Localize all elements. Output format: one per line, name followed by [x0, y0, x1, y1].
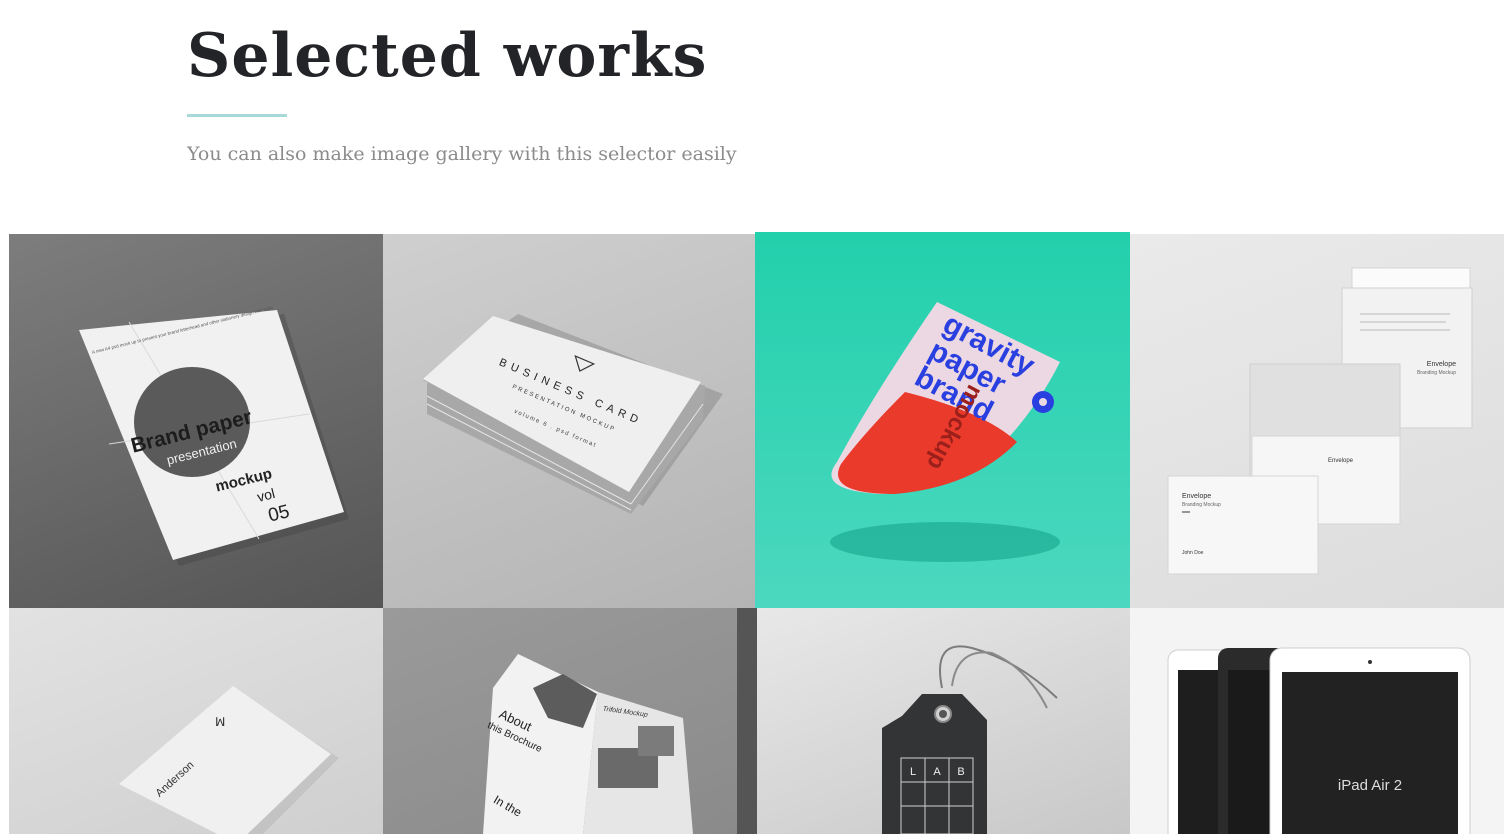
- envelope-label-front: Envelope: [1182, 493, 1211, 500]
- lab-letter-b: B: [957, 766, 964, 778]
- gravity-paper-image: gravity paper brand mockup: [830, 302, 1060, 562]
- image-gallery: Brand paper presentation mockup vol 05 A…: [9, 232, 1504, 834]
- page-subtitle: You can also make image gallery with thi…: [187, 143, 737, 165]
- anderson-card-image: ꟽ Anderson: [119, 686, 339, 834]
- page-title: Selected works: [187, 21, 708, 91]
- gallery-item-business-card[interactable]: BUSINESS CARD PRESENTATION MOCKUP volume…: [383, 234, 755, 608]
- gallery-item-ipad[interactable]: iPad Air 2: [1130, 608, 1504, 834]
- brand-paper-image: Brand paper presentation mockup vol 05 A…: [79, 305, 349, 566]
- gallery-item-anderson-card[interactable]: ꟽ Anderson: [9, 608, 383, 834]
- gallery-item-envelope[interactable]: Envelope Branding Mockup Envelope Envelo…: [1130, 234, 1504, 608]
- envelope-image: Envelope Branding Mockup Envelope Envelo…: [1167, 267, 1473, 575]
- envelope-name: John Doe: [1182, 550, 1204, 556]
- lab-tag-image: L A B: [882, 645, 1058, 834]
- business-card-image: BUSINESS CARD PRESENTATION MOCKUP volume…: [423, 314, 723, 514]
- envelope-sublabel-right: Branding Mockup: [1417, 370, 1456, 376]
- monogram-icon: ꟽ: [215, 715, 225, 729]
- lab-letter-l: L: [910, 766, 916, 778]
- ipad-air-2-text: iPad Air 2: [1338, 777, 1402, 794]
- envelope-label-middle: Envelope: [1328, 458, 1354, 464]
- section-header: Selected works You can also make image g…: [187, 18, 737, 167]
- gallery-item-gravity-paper[interactable]: gravity paper brand mockup: [755, 232, 1130, 608]
- lab-letter-a: A: [933, 766, 941, 778]
- gallery-item-brand-paper[interactable]: Brand paper presentation mockup vol 05 A…: [9, 234, 383, 608]
- ipad-image: iPad Air 2: [1167, 647, 1471, 834]
- brochure-image: About this Brochure Trifold Mockup In th…: [483, 608, 757, 834]
- envelope-label-right: Envelope: [1427, 361, 1456, 368]
- gallery-item-lab-tag[interactable]: L A B: [757, 608, 1130, 834]
- envelope-sublabel-front: Branding Mockup: [1182, 502, 1221, 508]
- gallery-item-brochure[interactable]: About this Brochure Trifold Mockup In th…: [383, 608, 757, 834]
- title-divider: [187, 114, 287, 117]
